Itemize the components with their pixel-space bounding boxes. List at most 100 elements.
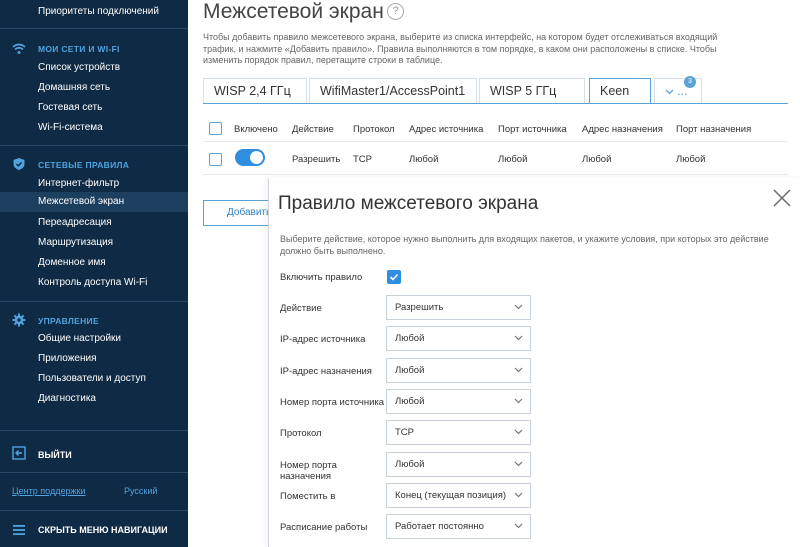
position-select[interactable]: Конец (текущая позиция) [386,483,531,508]
sidebar-item-port-forwarding[interactable]: Переадресация [38,217,112,228]
schedule-label: Расписание работы [280,522,368,533]
source-ip-label: IP-адрес источника [280,334,366,345]
protocol-select-value: TCP [395,427,414,438]
col-destination-port: Порт назначения [676,124,752,135]
tab-count-badge: 3 [684,76,696,88]
row-source-address: Любой [409,154,439,165]
enable-rule-label: Включить правило [280,272,363,283]
chevron-down-icon [514,429,523,435]
hamburger-icon[interactable] [12,523,26,537]
shield-icon [13,158,25,170]
col-protocol: Протокол [353,124,395,135]
source-port-select[interactable]: Любой [386,389,531,414]
logout-icon[interactable] [12,446,26,460]
language-selector[interactable]: Русский [124,486,157,496]
sidebar-item-internet-filter[interactable]: Интернет-фильтр [38,178,119,189]
action-label: Действие [280,303,322,314]
sidebar-divider [0,301,188,302]
panel-title: Правило межсетевого экрана [278,193,539,214]
sidebar-item-home-network[interactable]: Домашняя сеть [38,82,110,93]
panel-description: Выберите действие, которое нужно выполни… [280,234,769,256]
sidebar-item-domain-name[interactable]: Доменное имя [38,257,106,268]
row-destination-port: Любой [676,154,706,165]
chevron-down-icon [514,304,523,310]
source-ip-select-value: Любой [395,333,425,344]
schedule-select-value: Работает постоянно [395,521,484,532]
close-icon[interactable] [771,187,793,209]
row-protocol: TCP [353,154,372,165]
destination-port-label: Номер порта назначения [280,460,337,482]
destination-port-select[interactable]: Любой [386,452,531,477]
sidebar-item-applications[interactable]: Приложения [38,353,97,364]
sidebar-section-network-rules: Сетевые правила [38,160,130,170]
gear-icon [12,313,26,327]
chevron-down-icon [514,523,523,529]
wifi-icon [12,43,26,54]
destination-port-select-value: Любой [395,459,425,470]
sidebar-item-general-settings[interactable]: Общие настройки [38,333,121,344]
check-icon [389,273,399,281]
sidebar-item-wifi-system[interactable]: Wi-Fi-система [38,122,103,133]
tab-wifimaster-accesspoint[interactable]: WifiMaster1/AccessPoint1 [309,78,477,103]
hide-navigation-button[interactable]: Скрыть меню навигации [38,525,168,535]
sidebar-divider [0,145,188,146]
position-select-value: Конец (текущая позиция) [395,490,507,501]
destination-ip-select-value: Любой [395,365,425,376]
chevron-down-icon [514,398,523,404]
protocol-label: Протокол [280,428,322,439]
chevron-down-icon [514,335,523,341]
sidebar-item-wifi-access-control[interactable]: Контроль доступа Wi-Fi [38,277,147,288]
logout-button[interactable]: Выйти [38,450,72,460]
col-enabled: Включено [234,124,278,135]
row-checkbox[interactable] [209,153,222,166]
table-divider [203,174,788,175]
enable-rule-checkbox[interactable] [387,270,401,284]
chevron-down-icon [665,89,674,95]
sidebar-divider [0,510,188,511]
schedule-select[interactable]: Работает постоянно [386,514,531,539]
sidebar-section-management: Управление [38,316,99,326]
help-icon[interactable]: ? [387,3,404,20]
sidebar-item-users-access[interactable]: Пользователи и доступ [38,373,146,384]
source-port-label: Номер порта источника [280,397,385,408]
protocol-select[interactable]: TCP [386,420,531,445]
sidebar-divider [0,472,188,473]
chevron-down-icon [514,461,523,467]
sidebar-item-firewall[interactable]: Межсетевой экран [0,192,188,212]
sidebar-item-guest-network[interactable]: Гостевая сеть [38,102,102,113]
row-source-port: Любой [498,154,528,165]
sidebar-item-devices[interactable]: Список устройств [38,62,120,73]
table-divider [203,141,788,142]
sidebar: Приоритеты подключений Мои сети и Wi-Fi … [0,0,188,547]
sidebar-divider [0,28,188,29]
action-select[interactable]: Разрешить [386,295,531,320]
tab-keen[interactable]: Keen [589,78,651,104]
chevron-down-icon [514,367,523,373]
action-select-value: Разрешить [395,302,444,313]
support-center-link[interactable]: Центр поддержки [12,486,85,496]
select-all-checkbox[interactable] [209,122,222,135]
col-destination-address: Адрес назначения [582,124,663,135]
rule-enabled-toggle[interactable] [235,149,265,166]
tab-wisp-5[interactable]: WISP 5 ГГц [479,78,585,103]
row-action: Разрешить [292,154,341,165]
destination-ip-label: IP-адрес назначения [280,366,372,377]
sidebar-item-routing[interactable]: Маршрутизация [38,237,113,248]
chevron-down-icon [514,492,523,498]
destination-ip-select[interactable]: Любой [386,358,531,383]
source-ip-select[interactable]: Любой [386,326,531,351]
col-action: Действие [292,124,334,135]
firewall-rule-panel: Правило межсетевого экрана Выберите дейс… [268,178,800,547]
position-label: Поместить в [280,491,336,502]
tabs-underline [203,103,788,104]
col-source-address: Адрес источника [409,124,484,135]
page-title: Межсетевой экран [203,0,384,23]
sidebar-item-connection-priorities[interactable]: Приоритеты подключений [38,6,159,17]
page-description: Чтобы добавить правило межсетевого экран… [203,32,718,65]
sidebar-item-diagnostics[interactable]: Диагностика [38,393,96,404]
col-source-port: Порт источника [498,124,567,135]
tab-wisp-24[interactable]: WISP 2,4 ГГц [203,78,307,103]
sidebar-divider [0,430,188,431]
sidebar-section-networks: Мои сети и Wi-Fi [38,44,120,54]
source-port-select-value: Любой [395,396,425,407]
